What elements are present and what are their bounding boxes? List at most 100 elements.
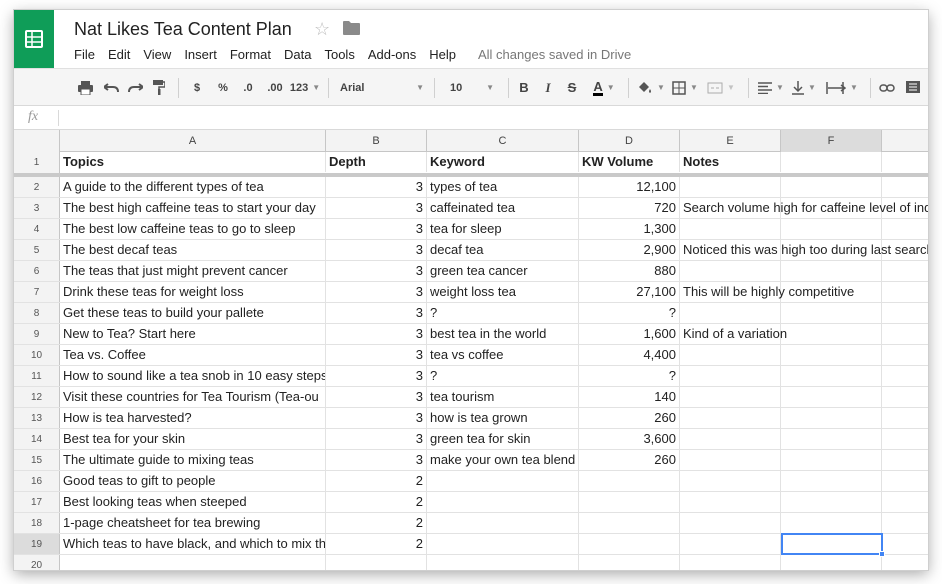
cell-d[interactable]: 2,900 [579,240,680,260]
cell-e[interactable] [680,303,781,323]
cell-b[interactable]: 3 [326,450,427,470]
cell-e[interactable]: Search volume high for caffeine level of… [680,198,928,218]
row-number[interactable]: 20 [14,555,60,570]
cell-c[interactable]: best tea in the world [427,324,579,344]
row-number[interactable]: 14 [14,429,60,449]
cell-a[interactable]: How is tea harvested? [60,408,326,428]
cell-a[interactable]: The best low caffeine teas to go to slee… [60,219,326,239]
cell-a[interactable]: Tea vs. Coffee [60,345,326,365]
cell-c[interactable]: types of tea [427,177,579,197]
row-number[interactable]: 6 [14,261,60,281]
cell-d[interactable]: 880 [579,261,680,281]
cell-e[interactable]: Noticed this was high too during last se… [680,240,928,260]
cell-c[interactable]: tea tourism [427,387,579,407]
cell-e[interactable] [680,408,781,428]
cell-c[interactable]: caffeinated tea [427,198,579,218]
cell-c[interactable] [427,534,579,554]
menu-format[interactable]: Format [230,46,271,64]
cell-d[interactable]: 1,300 [579,219,680,239]
cell-a[interactable]: Get these teas to build your pallete [60,303,326,323]
cell-c[interactable]: ? [427,303,579,323]
cell-e[interactable]: This will be highly competitive [680,282,854,302]
menu-help[interactable]: Help [429,46,456,64]
cell-d[interactable] [579,555,680,570]
menu-data[interactable]: Data [284,46,311,64]
cell-a[interactable] [60,555,326,570]
cell-e[interactable] [680,534,781,554]
cell-a[interactable]: How to sound like a tea snob in 10 easy … [60,366,326,386]
cell-b[interactable]: 3 [326,387,427,407]
cell-c[interactable]: how is tea grown [427,408,579,428]
row-number[interactable]: 13 [14,408,60,428]
cell-c[interactable]: green tea for skin [427,429,579,449]
cell-b[interactable]: 3 [326,303,427,323]
cell-e[interactable]: Kind of a variation [680,324,787,344]
cell-b[interactable]: 3 [326,429,427,449]
cell-d[interactable]: 12,100 [579,177,680,197]
merge-cells-button[interactable]: ▼ [704,69,738,106]
fill-color-button[interactable]: ▼ [636,69,666,106]
cell-a[interactable]: Best tea for your skin [60,429,326,449]
cell-d[interactable]: 3,600 [579,429,680,449]
cell-f[interactable] [781,324,882,344]
cell-c[interactable]: green tea cancer [427,261,579,281]
horizontal-align-button[interactable]: ▼ [756,69,786,106]
cell-d[interactable]: ? [579,366,680,386]
cell-e[interactable] [680,450,781,470]
cell-f[interactable] [781,492,882,512]
italic-button[interactable]: I [538,69,558,106]
cell-e[interactable] [680,555,781,570]
cell-d[interactable]: 720 [579,198,680,218]
row-number[interactable]: 7 [14,282,60,302]
bold-button[interactable]: B [514,69,534,106]
cell-f[interactable] [781,471,882,491]
cell-b[interactable]: 2 [326,513,427,533]
fill-handle[interactable] [879,551,885,557]
row-number[interactable]: 5 [14,240,60,260]
cell-a[interactable]: Good teas to gift to people [60,471,326,491]
font-size-select[interactable]: 10 ▼ [446,69,498,106]
cell-f[interactable] [781,408,882,428]
menu-add-ons[interactable]: Add-ons [368,46,416,64]
cell-c[interactable] [427,513,579,533]
cell-d[interactable] [579,513,680,533]
cell-e[interactable] [680,387,781,407]
menu-file[interactable]: File [74,46,95,64]
cell-f[interactable] [781,513,882,533]
text-wrapping-button[interactable]: ▼ [822,69,862,106]
cell-c[interactable]: decaf tea [427,240,579,260]
strikethrough-button[interactable]: S [562,69,582,106]
formula-input[interactable] [64,106,928,129]
row-number[interactable]: 3 [14,198,60,218]
cell-c[interactable]: tea vs coffee [427,345,579,365]
menu-insert[interactable]: Insert [184,46,217,64]
cell-e[interactable] [680,471,781,491]
cell-c[interactable]: tea for sleep [427,219,579,239]
cell-b[interactable]: 3 [326,198,427,218]
cell-d[interactable]: 27,100 [579,282,680,302]
document-title[interactable]: Nat Likes Tea Content Plan [74,18,292,40]
row-number[interactable]: 12 [14,387,60,407]
cell-e[interactable] [680,513,781,533]
cell-a[interactable]: The best decaf teas [60,240,326,260]
cell-f[interactable] [781,429,882,449]
cell-c[interactable]: weight loss tea [427,282,579,302]
cell-b[interactable]: 2 [326,534,427,554]
cell-d[interactable]: 140 [579,387,680,407]
insert-comment-icon[interactable] [902,69,924,106]
column-header-c[interactable]: C [427,130,579,152]
row-number[interactable]: 19 [14,534,60,554]
column-header-b[interactable]: B [326,130,427,152]
cell-e[interactable] [680,429,781,449]
cell-a[interactable]: Best looking teas when steeped [60,492,326,512]
cell-b[interactable]: 2 [326,492,427,512]
text-color-button[interactable]: A ▼ [586,69,622,106]
increase-decimals-button[interactable]: .00 [262,69,288,106]
cell-c[interactable] [427,492,579,512]
cell-c[interactable] [427,471,579,491]
row-number[interactable]: 15 [14,450,60,470]
cell-d[interactable] [579,534,680,554]
cell-b[interactable]: 3 [326,219,427,239]
insert-link-icon[interactable] [876,69,898,106]
cell-f[interactable] [781,177,882,197]
